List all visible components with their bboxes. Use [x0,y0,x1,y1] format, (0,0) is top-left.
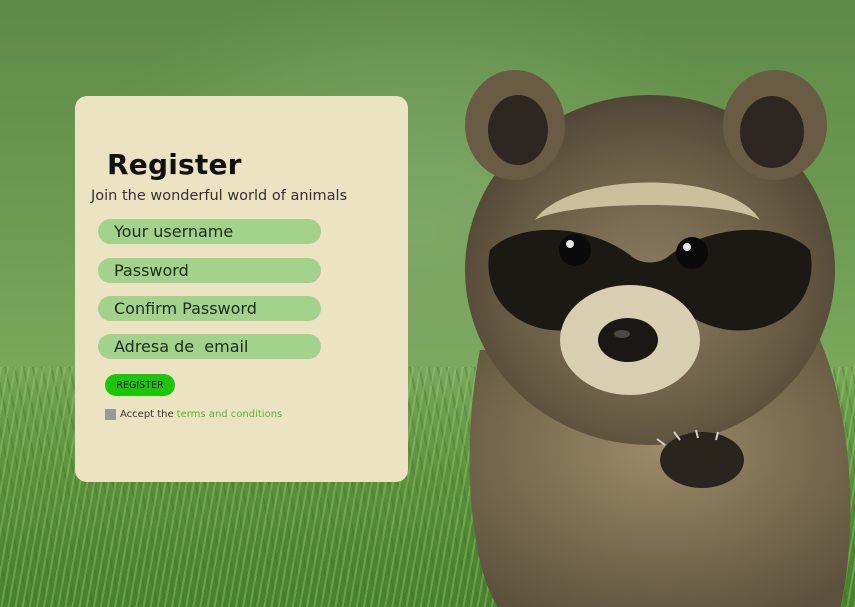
terms-prefix: Accept the [120,409,174,420]
page-subtitle: Join the wonderful world of animals [91,188,348,204]
register-button[interactable]: REGISTER [105,374,175,396]
raccoon-image [465,70,851,607]
page-title: Register [107,148,242,181]
terms-row: Accept the terms and conditions [105,409,282,420]
confirm-password-input[interactable] [98,296,321,321]
password-input[interactable] [98,258,321,283]
username-input[interactable] [98,219,321,244]
email-input[interactable] [98,334,321,359]
register-card: Register Join the wonderful world of ani… [75,96,408,482]
background-photo: Register Join the wonderful world of ani… [0,0,855,607]
terms-checkbox[interactable] [105,409,116,420]
terms-link[interactable]: terms and conditions [177,409,283,420]
